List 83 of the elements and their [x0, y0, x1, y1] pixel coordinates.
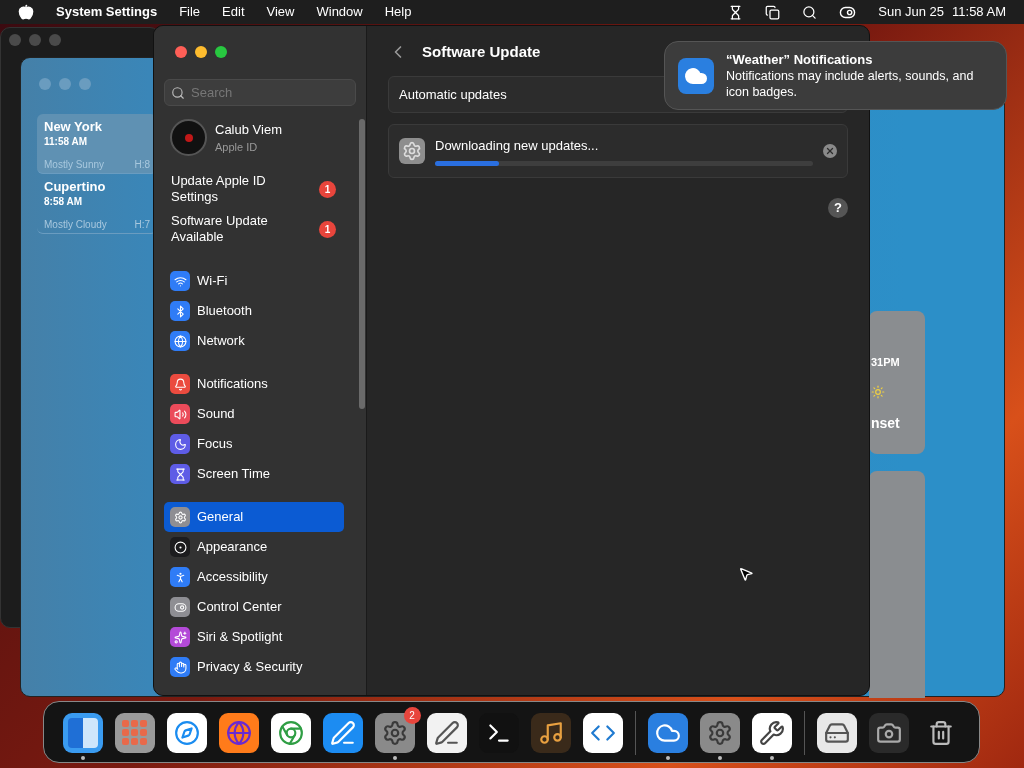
- windows-icon[interactable]: [765, 4, 781, 20]
- notification-badge: 2: [403, 706, 421, 724]
- sidebar-label: Control Center: [197, 598, 282, 617]
- sidebar-item[interactable]: Screen Time: [164, 459, 344, 489]
- sidebar-item[interactable]: Wi-Fi: [164, 266, 344, 296]
- city-time: 8:58 AM: [44, 195, 83, 209]
- zoom-button[interactable]: [215, 46, 227, 58]
- sidebar-label: General: [197, 508, 244, 527]
- card-title: nset: [870, 413, 900, 433]
- minimize-button[interactable]: [195, 46, 207, 58]
- compass-app-icon[interactable]: [166, 712, 207, 753]
- high-temperature: H:8: [134, 158, 150, 172]
- weather-condition: Mostly Cloudy: [44, 218, 107, 232]
- tool-app-icon[interactable]: [751, 712, 792, 753]
- notification-banner[interactable]: “Weather” Notifications Notifications may include alerts, sounds, and icon badges.: [664, 41, 1007, 110]
- grid-app-icon[interactable]: [114, 712, 155, 753]
- search-field[interactable]: Search: [164, 79, 356, 106]
- menu-item[interactable]: View: [266, 2, 295, 22]
- menu-item[interactable]: Help: [384, 2, 412, 22]
- cursor-icon: [738, 566, 754, 582]
- alert-item[interactable]: Update Apple ID Settings 1: [171, 173, 336, 205]
- city-name: Cupertino: [44, 179, 107, 194]
- gear-app-icon[interactable]: [374, 712, 415, 753]
- menu-time[interactable]: 11:58 AM: [952, 2, 1006, 22]
- close-button[interactable]: [175, 46, 187, 58]
- weather-app-icon: [678, 57, 714, 94]
- city-name: New York: [44, 119, 104, 134]
- search-icon[interactable]: [802, 4, 818, 20]
- menu-date[interactable]: Sun Jun 25: [878, 2, 945, 22]
- city-time: 11:58 AM: [44, 135, 88, 149]
- sidebar-item[interactable]: Accessibility: [164, 562, 344, 592]
- sidebar-item[interactable]: Bluetooth: [164, 296, 344, 326]
- sidebar-label: Bluetooth: [197, 302, 252, 321]
- cancel-button[interactable]: [823, 144, 837, 158]
- sidebar-item[interactable]: Focus: [164, 429, 344, 459]
- sidebar-item[interactable]: Control Center: [164, 592, 344, 622]
- sidebar-label: Privacy & Security: [197, 658, 303, 677]
- sidebar-label: Screen Time: [197, 465, 270, 484]
- alert-item[interactable]: Software Update Available 1: [171, 213, 336, 245]
- avatar[interactable]: [170, 119, 207, 156]
- count-badge: 1: [319, 220, 336, 238]
- search-icon: [171, 86, 185, 100]
- sunset-icon: [871, 384, 885, 399]
- weather-condition: Mostly Sunny: [44, 158, 105, 172]
- account-name: Calub Viem: [215, 120, 282, 139]
- gear-app-icon[interactable]: [699, 712, 740, 753]
- sidebar-label: Appearance: [197, 538, 268, 557]
- sidebar-item[interactable]: General: [164, 502, 344, 532]
- sunset-time: 31PM: [870, 355, 900, 370]
- sidebar-label: Accessibility: [197, 568, 268, 587]
- notepad-app-icon[interactable]: [426, 712, 467, 753]
- notification-title: “Weather” Notifications: [726, 51, 874, 68]
- menu-item[interactable]: Edit: [222, 2, 245, 22]
- row-label: Automatic updates: [399, 85, 507, 104]
- high-temperature: H:7: [134, 218, 150, 232]
- sidebar-item[interactable]: Notifications: [164, 369, 344, 399]
- sidebar-item[interactable]: Sound: [164, 399, 344, 429]
- sidebar-label: Siri & Spotlight: [197, 628, 283, 647]
- alert-label: Update Apple ID Settings: [171, 173, 267, 205]
- download-status: Downloading new updates...: [435, 136, 600, 155]
- sidebar-item[interactable]: Appearance: [164, 532, 344, 562]
- sidebar-label: Focus: [197, 435, 233, 454]
- help-button[interactable]: ?: [828, 198, 848, 218]
- sidebar-item[interactable]: Privacy & Security: [164, 652, 344, 682]
- account-subtitle: Apple ID: [215, 140, 259, 155]
- sidebar-label: Network: [197, 332, 245, 351]
- gear-app-icon: [399, 138, 425, 164]
- sidebar-label: Notifications: [197, 375, 268, 394]
- sidebar-label: Wi-Fi: [197, 272, 228, 291]
- menu-app-name[interactable]: System Settings: [56, 2, 158, 22]
- scrollbar[interactable]: [359, 119, 365, 409]
- browser-app-icon[interactable]: [270, 712, 311, 753]
- sidebar-label: Sound: [197, 405, 235, 424]
- apple-logo-icon[interactable]: [18, 4, 34, 20]
- page-title: Software Update: [422, 41, 541, 62]
- sidebar-item[interactable]: Network: [164, 326, 344, 356]
- count-badge: 1: [319, 180, 336, 198]
- menu-item[interactable]: Window: [316, 2, 363, 22]
- weather-app-icon[interactable]: [647, 712, 688, 753]
- alert-label: Software Update Available: [171, 213, 269, 245]
- sidebar-item[interactable]: Siri & Spotlight: [164, 622, 344, 652]
- menu-item[interactable]: File: [179, 2, 201, 22]
- code-app-icon[interactable]: [582, 712, 623, 753]
